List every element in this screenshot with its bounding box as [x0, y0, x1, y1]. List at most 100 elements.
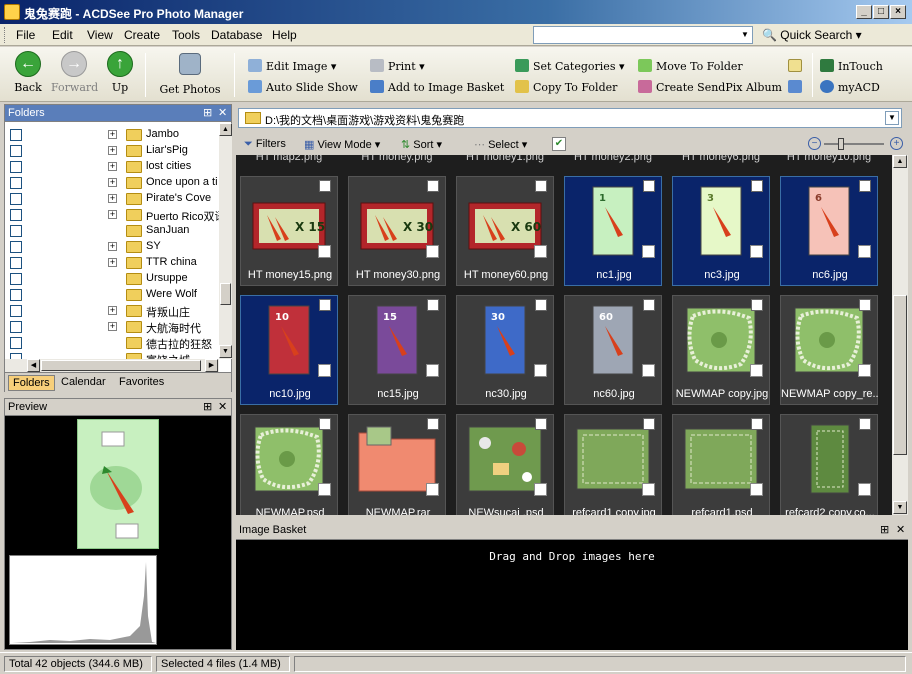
expand-icon[interactable]: +	[108, 322, 117, 331]
move-to-folder-button[interactable]: Move To Folder	[638, 59, 743, 73]
folder-row[interactable]: + Jambo	[5, 127, 219, 143]
scroll-thumb[interactable]	[893, 295, 907, 455]
folder-row[interactable]: 富饶之城	[5, 351, 219, 359]
folder-checkbox[interactable]	[10, 305, 22, 317]
folder-checkbox[interactable]	[10, 193, 22, 205]
zoom-in-icon[interactable]: +	[890, 137, 903, 150]
thumbnail-checkbox[interactable]	[534, 245, 547, 258]
file-thumbnail[interactable]: NEWMAP.psd	[240, 414, 338, 515]
file-thumbnail[interactable]: X 30 HT money30.png	[348, 176, 446, 286]
folder-row[interactable]: + 大航海时代	[5, 319, 219, 335]
up-button[interactable]: ↑ Up	[97, 51, 143, 94]
thumbnail-checkbox[interactable]	[534, 364, 547, 377]
file-thumbnail[interactable]: 1 nc1.jpg	[564, 176, 662, 286]
thumbnail-checkbox[interactable]	[750, 364, 763, 377]
pin-icon[interactable]: ⊞	[880, 523, 889, 536]
thumbnail-checkbox[interactable]	[318, 483, 331, 496]
file-thumbnail[interactable]: 6 nc6.jpg	[780, 176, 878, 286]
minimize-button[interactable]: _	[856, 5, 872, 19]
folder-row[interactable]: + Pirate's Cove	[5, 191, 219, 207]
folder-row[interactable]: Ursuppe	[5, 271, 219, 287]
folder-checkbox[interactable]	[10, 177, 22, 189]
folder-checkbox[interactable]	[10, 257, 22, 269]
close-icon[interactable]: ✕	[218, 400, 227, 413]
file-thumbnail[interactable]: 10 nc10.jpg	[240, 295, 338, 405]
folder-checkbox[interactable]	[10, 273, 22, 285]
expand-icon[interactable]: +	[108, 178, 117, 187]
menu-edit[interactable]: Edit	[52, 28, 73, 42]
layout-button[interactable]	[788, 80, 806, 94]
folder-row[interactable]: + Once upon a ti	[5, 175, 219, 191]
folder-checkbox[interactable]	[10, 289, 22, 301]
folder-checkbox[interactable]	[10, 145, 22, 157]
file-thumbnail[interactable]: X 15 HT money15.png	[240, 176, 338, 286]
expand-icon[interactable]: +	[108, 194, 117, 203]
thumb-caption[interactable]: HT money6.png	[672, 155, 770, 163]
thumbnail-checkbox[interactable]	[858, 245, 871, 258]
folder-row[interactable]: + lost cities	[5, 159, 219, 175]
expand-icon[interactable]: +	[108, 242, 117, 251]
thumbnail-checkbox[interactable]	[426, 483, 439, 496]
thumbnail-checkbox[interactable]	[858, 483, 871, 496]
thumbnail-checkbox[interactable]	[318, 364, 331, 377]
copy-to-folder-button[interactable]: Copy To Folder	[515, 80, 617, 94]
scroll-up-icon[interactable]: ▲	[219, 123, 232, 136]
thumbnail-checkbox[interactable]	[642, 364, 655, 377]
scroll-left-icon[interactable]: ◀	[27, 359, 40, 372]
folder-horizontal-scrollbar[interactable]: ◀ ▶	[5, 359, 219, 372]
search-input[interactable]: ▼	[533, 26, 753, 44]
folder-vertical-scrollbar[interactable]: ▲ ▼	[219, 123, 232, 359]
scroll-right-icon[interactable]: ▶	[205, 359, 218, 372]
scroll-up-icon[interactable]: ▲	[893, 155, 907, 168]
menu-file[interactable]: File	[16, 28, 35, 42]
set-categories-button[interactable]: Set Categories ▾	[515, 59, 625, 73]
thumb-caption[interactable]: HT money2.png	[564, 155, 662, 163]
email-button[interactable]	[788, 59, 806, 73]
folder-row[interactable]: 德古拉的狂怒	[5, 335, 219, 351]
file-thumbnail[interactable]: 3 nc3.jpg	[672, 176, 770, 286]
file-thumbnail[interactable]: refcard1.psd	[672, 414, 770, 515]
thumb-caption[interactable]: HT money.png	[348, 155, 446, 163]
chevron-down-icon[interactable]: ▼	[738, 27, 752, 43]
thumbnail-checkbox[interactable]	[642, 483, 655, 496]
close-button[interactable]: ×	[890, 5, 906, 19]
menu-tools[interactable]: Tools	[172, 28, 200, 42]
folder-row[interactable]: SanJuan	[5, 223, 219, 239]
filters-button[interactable]: ⏷ Filters	[244, 138, 286, 151]
zoom-slider[interactable]: − +	[808, 137, 904, 151]
hscroll-thumb[interactable]	[41, 360, 201, 371]
pin-icon[interactable]: ⊞	[203, 106, 212, 119]
checkbox-toggle-icon[interactable]: ✔	[552, 137, 566, 151]
select-button[interactable]: ⋯ Select ▾	[474, 138, 527, 151]
intouch-button[interactable]: InTouch	[820, 59, 883, 73]
folder-checkbox[interactable]	[10, 129, 22, 141]
thumb-caption[interactable]: HT money10.png	[780, 155, 878, 163]
scroll-down-icon[interactable]: ▼	[893, 501, 907, 514]
file-thumbnail[interactable]: NEWMAP copy_re...	[780, 295, 879, 405]
menu-database[interactable]: Database	[211, 28, 262, 42]
thumb-caption[interactable]: HT money1.png	[456, 155, 554, 163]
address-bar[interactable]: D:\我的文档\桌面游戏\游戏资料\鬼兔赛跑 ▼	[238, 108, 902, 128]
folder-row[interactable]: + TTR china	[5, 255, 219, 271]
myacd-button[interactable]: myACD	[820, 80, 880, 94]
file-thumbnail[interactable]: NEWMAP.rar	[348, 414, 446, 515]
sort-button[interactable]: ⇅ Sort ▾	[401, 138, 442, 151]
expand-icon[interactable]: +	[108, 258, 117, 267]
file-thumbnail[interactable]: refcard1 copy.jpg	[564, 414, 662, 515]
edit-image-button[interactable]: Edit Image ▾	[248, 59, 336, 73]
thumbnail-checkbox[interactable]	[426, 245, 439, 258]
file-thumbnail[interactable]: NEWsucai .psd	[456, 414, 554, 515]
create-sendpix-button[interactable]: Create SendPix Album	[638, 80, 782, 94]
close-icon[interactable]: ✕	[218, 106, 227, 119]
thumbnail-checkbox[interactable]	[318, 245, 331, 258]
menu-help[interactable]: Help	[272, 28, 297, 42]
view-mode-button[interactable]: ▦ View Mode ▾	[304, 138, 380, 151]
thumbnail-checkbox[interactable]	[858, 364, 871, 377]
folder-checkbox[interactable]	[10, 337, 22, 349]
tab-calendar[interactable]: Calendar	[57, 375, 110, 391]
scroll-down-icon[interactable]: ▼	[219, 345, 232, 358]
folder-row[interactable]: Were Wolf	[5, 287, 219, 303]
file-thumbnail[interactable]: NEWMAP copy.jpg	[672, 295, 770, 405]
expand-icon[interactable]: +	[108, 162, 117, 171]
tab-folders[interactable]: Folders	[8, 375, 55, 391]
